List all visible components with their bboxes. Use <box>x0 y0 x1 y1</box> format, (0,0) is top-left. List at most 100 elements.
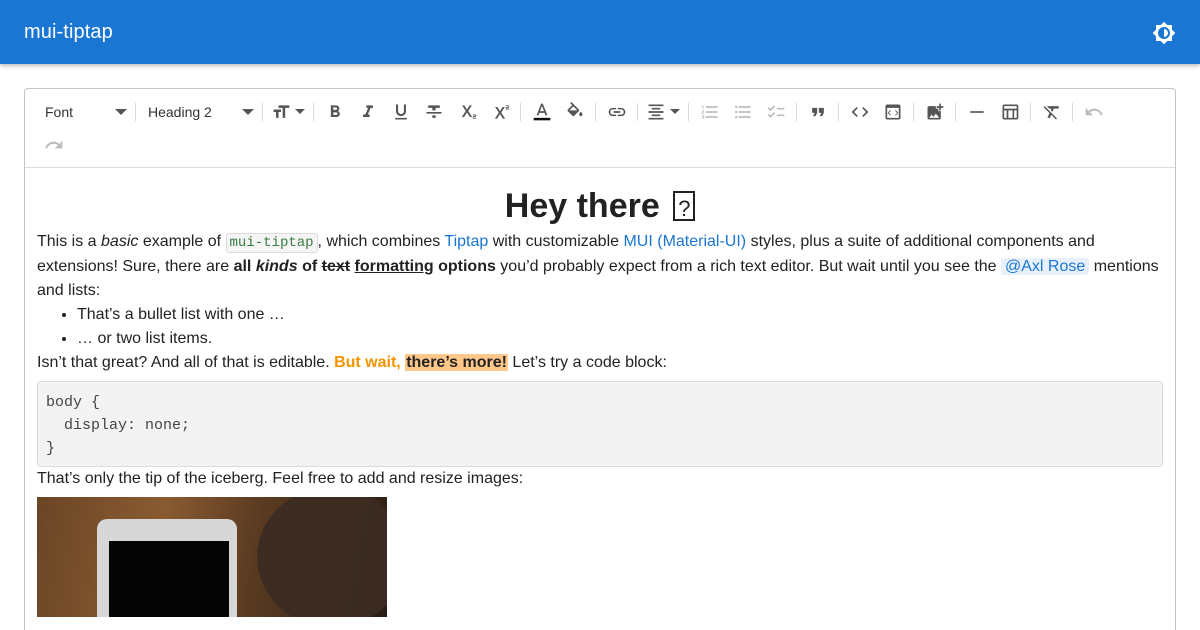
app-bar: mui-tiptap <box>0 0 1200 64</box>
font-family-select-label: Font <box>45 103 74 120</box>
rich-text-editor: Font Heading 2 Hey there ? This is a bas… <box>24 88 1176 630</box>
text-span: example of <box>138 233 226 250</box>
inline-code: mui-tiptap <box>225 233 318 253</box>
highlight-color-button[interactable] <box>558 96 591 128</box>
font-size-icon <box>273 104 290 118</box>
tiptap-link[interactable]: Tiptap <box>444 233 488 250</box>
bullet-list-icon <box>734 105 750 118</box>
toolbar-divider <box>1072 102 1073 121</box>
bold-text: options <box>438 258 496 275</box>
toolbar-divider <box>637 102 638 121</box>
ordered-list-icon <box>701 104 717 119</box>
toolbar-divider <box>135 102 136 121</box>
toolbar-divider <box>595 102 596 121</box>
app-title: mui-tiptap <box>24 20 113 43</box>
horizontal-rule-button[interactable] <box>960 96 993 128</box>
text-span: you’d probably expect from a rich text e… <box>495 258 1002 275</box>
orange-text: But wait, <box>334 354 401 371</box>
bold-icon <box>330 104 340 117</box>
table-icon <box>1002 104 1018 119</box>
heading-text: Hey there <box>504 187 660 225</box>
bold-button[interactable] <box>318 96 351 128</box>
intro-paragraph: This is a basic example of mui-tiptap, w… <box>37 230 1163 303</box>
inline-code-button[interactable] <box>843 96 876 128</box>
code-block-button[interactable] <box>876 96 909 128</box>
underlined-text: formatting <box>354 258 434 275</box>
quote-icon <box>811 107 824 116</box>
task-list-button[interactable] <box>759 96 792 128</box>
editor-content[interactable]: Hey there This is a basic example of mui… <box>25 186 1175 617</box>
strikethrough-button[interactable] <box>417 96 450 128</box>
third-paragraph: That’s only the tip of the iceberg. Feel… <box>37 470 524 487</box>
heading-level-select[interactable]: Heading 2 <box>140 96 258 128</box>
bold-text: all <box>233 258 252 275</box>
mui-link[interactable]: MUI (Material-UI) <box>623 233 746 250</box>
code-block-icon <box>885 104 900 119</box>
toolbar-divider <box>913 102 914 121</box>
chevron-down-icon <box>670 109 680 114</box>
highlighter-icon <box>566 101 582 116</box>
superscript-button[interactable] <box>483 96 516 128</box>
align-center-icon <box>648 104 664 119</box>
text-align-dropdown[interactable] <box>642 96 684 128</box>
image-laptop-screen <box>109 541 229 617</box>
checklist-icon <box>767 104 784 118</box>
bold-italic-text: kinds <box>255 258 298 275</box>
content-heading: Hey there <box>37 186 1163 229</box>
text-span: , which combines <box>317 233 445 250</box>
toolbar-divider <box>1030 102 1031 121</box>
chevron-down-icon <box>295 109 305 114</box>
toolbar-divider <box>262 102 263 121</box>
undo-button[interactable] <box>1077 96 1110 128</box>
insert-image-button[interactable] <box>918 96 951 128</box>
laptop-image[interactable] <box>37 497 387 617</box>
horizontal-rule-icon <box>969 110 984 113</box>
subscript-button[interactable] <box>450 96 483 128</box>
toolbar-row-1: Font Heading 2 <box>37 95 1167 128</box>
italic-button[interactable] <box>351 96 384 128</box>
font-size-dropdown[interactable] <box>267 96 309 128</box>
theme-toggle-icon[interactable] <box>1148 17 1180 49</box>
subscript-icon <box>461 104 476 119</box>
text-span: with customizable <box>488 233 624 250</box>
insert-table-button[interactable] <box>993 96 1026 128</box>
editor-toolbar: Font Heading 2 <box>25 89 1175 168</box>
undo-icon <box>1085 107 1103 115</box>
link-button[interactable] <box>600 96 633 128</box>
text-color-button[interactable] <box>525 96 558 128</box>
ordered-list-button[interactable] <box>693 96 726 128</box>
clear-formatting-button[interactable] <box>1035 96 1068 128</box>
bullet-list-button[interactable] <box>726 96 759 128</box>
text-span: This is a <box>37 233 102 250</box>
toolbar-row-2 <box>37 128 1167 161</box>
font-family-select[interactable]: Font <box>37 96 131 128</box>
blockquote-button[interactable] <box>801 96 834 128</box>
strikethrough-icon <box>426 104 441 118</box>
italic-icon <box>362 104 373 117</box>
underline-button[interactable] <box>384 96 417 128</box>
bold-text: of <box>302 258 318 275</box>
text-span: Let’s try a code block: <box>507 354 667 371</box>
toolbar-divider <box>796 102 797 121</box>
toolbar-divider <box>955 102 956 121</box>
image-blur <box>257 497 387 617</box>
missing-glyph-icon <box>673 189 696 229</box>
list-item: … or two list items. <box>77 327 1163 351</box>
redo-button[interactable] <box>37 129 70 161</box>
add-image-icon <box>927 103 943 119</box>
toolbar-divider <box>313 102 314 121</box>
underline-icon <box>394 104 407 119</box>
chevron-down-icon <box>115 108 127 115</box>
code-block: body { display: none; } <box>37 381 1163 467</box>
italic-text: basic <box>101 233 139 250</box>
text-color-icon <box>533 103 550 120</box>
toolbar-divider <box>520 102 521 121</box>
heading-level-select-label: Heading 2 <box>148 103 212 120</box>
format-clear-icon <box>1043 105 1059 119</box>
user-mention[interactable]: @Axl Rose <box>1001 258 1090 275</box>
bullet-list: That’s a bullet list with one … … or two… <box>77 303 1163 351</box>
link-icon <box>608 107 625 116</box>
code-icon <box>851 106 868 117</box>
toolbar-divider <box>688 102 689 121</box>
chevron-down-icon <box>242 108 254 115</box>
